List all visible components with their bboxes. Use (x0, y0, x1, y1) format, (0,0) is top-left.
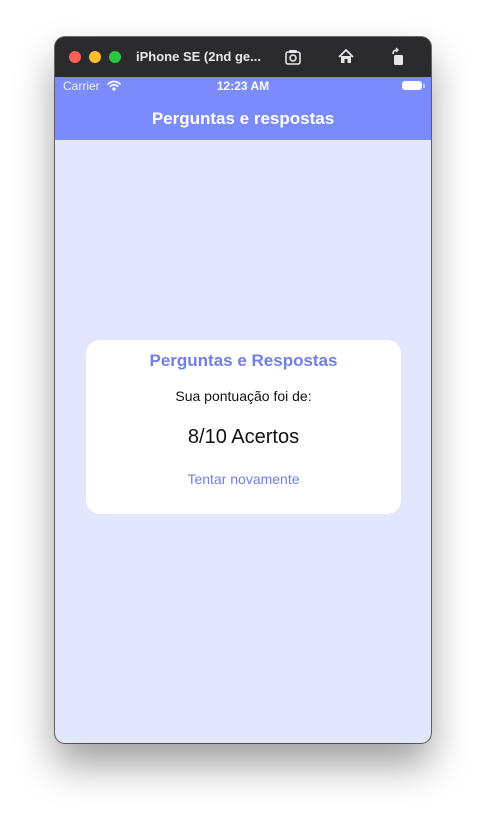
device-screen: Carrier 12:23 AM Perguntas e respostas P… (55, 77, 431, 743)
screenshot-icon[interactable] (283, 47, 303, 67)
status-bar: Carrier 12:23 AM (55, 77, 431, 97)
score-caption: Sua pontuação foi de: (175, 388, 312, 404)
simulator-window: iPhone SE (2nd ge... Carrier 12:23 AM Pe… (55, 37, 431, 743)
retry-button[interactable]: Tentar novamente (86, 471, 401, 487)
home-icon[interactable] (336, 47, 356, 67)
result-card-title: Perguntas e Respostas (149, 351, 338, 370)
score-value: 8/10 Acertos (187, 426, 300, 448)
minimize-window-button[interactable] (89, 51, 101, 63)
status-time: 12:23 AM (216, 79, 270, 93)
page-title: Perguntas e respostas (151, 109, 335, 128)
battery-icon (402, 81, 425, 90)
result-card: Perguntas e Respostas Sua pontuação foi … (86, 340, 401, 514)
navigation-bar: Carrier 12:23 AM Perguntas e respostas (55, 77, 431, 140)
window-titlebar: iPhone SE (2nd ge... (55, 37, 431, 77)
rotate-icon[interactable] (388, 47, 408, 67)
window-title: iPhone SE (2nd ge... (136, 49, 261, 64)
close-window-button[interactable] (69, 51, 81, 63)
maximize-window-button[interactable] (109, 51, 121, 63)
